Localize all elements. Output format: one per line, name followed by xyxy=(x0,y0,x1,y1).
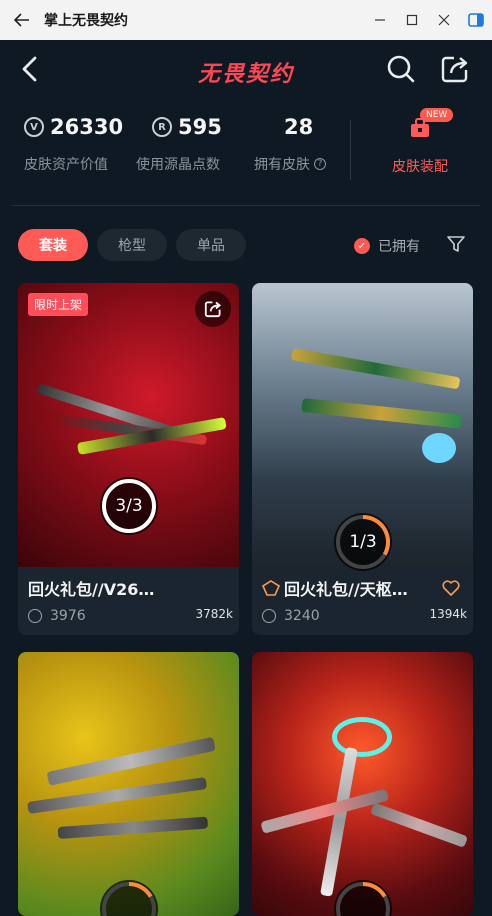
search-icon[interactable] xyxy=(386,54,416,84)
points-label: 使用源晶点数 xyxy=(136,157,220,173)
help-icon[interactable]: ? xyxy=(314,158,326,170)
close-button[interactable] xyxy=(428,0,460,40)
stats-panel: V 26330 皮肤资产价值 R 595 使用源晶点数 28 拥有皮肤? NEW 皮… xyxy=(0,108,492,190)
tab-bundles[interactable]: 套装 xyxy=(18,229,88,261)
collection-progress: 3/3 xyxy=(100,477,158,535)
filter-icon[interactable] xyxy=(446,234,466,254)
bundle-card[interactable]: 1/3 回火礼包//天枢… 3240 1394k xyxy=(252,283,473,635)
bundle-thumbnail xyxy=(252,652,473,916)
sidebar-toggle-button[interactable] xyxy=(460,0,492,40)
owned-skins-value: 28 xyxy=(284,115,314,139)
collection-progress: 1/3 xyxy=(334,513,392,571)
app-logo: 无畏契约 xyxy=(197,62,294,87)
bundle-views: 1394k xyxy=(429,607,468,621)
checkmark-icon: ✓ xyxy=(354,238,370,254)
skin-loadout-button[interactable]: NEW 皮肤装配 xyxy=(380,108,460,176)
progress-ring-icon xyxy=(102,881,156,916)
valorant-points-icon: V xyxy=(24,117,44,137)
bundle-price: 3240 xyxy=(284,608,320,624)
section-divider xyxy=(12,205,480,206)
card-share-button[interactable] xyxy=(195,291,231,327)
bundle-name: 回火礼包//V26… xyxy=(28,580,155,599)
share-icon[interactable] xyxy=(440,54,470,84)
progress-ring-icon xyxy=(336,881,390,916)
bundle-views: 3782k xyxy=(195,607,234,621)
arrow-left-icon xyxy=(14,13,29,27)
minimize-button[interactable] xyxy=(364,0,396,40)
owned-skins-stat[interactable]: 28 拥有皮肤? xyxy=(254,110,326,174)
points-value: 595 xyxy=(178,115,222,139)
loadout-bag-icon xyxy=(411,118,429,137)
app-header: 无畏契约 xyxy=(0,40,492,100)
window-titlebar: 掌上无畏契约 xyxy=(0,0,492,40)
valorant-points-icon xyxy=(28,609,42,623)
collection-progress xyxy=(100,880,158,916)
bundle-name: 回火礼包//天枢… xyxy=(284,580,408,599)
bundle-price: 3976 xyxy=(50,608,86,624)
minimize-icon xyxy=(375,19,385,21)
owned-skins-label: 拥有皮肤 xyxy=(254,157,310,173)
window-back-button[interactable] xyxy=(0,0,44,40)
share-icon xyxy=(204,301,222,318)
progress-text: 3/3 xyxy=(115,496,143,516)
bundle-card[interactable] xyxy=(252,652,473,916)
progress-text: 1/3 xyxy=(349,532,377,552)
maximize-button[interactable] xyxy=(396,0,428,40)
collection-progress xyxy=(334,880,392,916)
radianite-icon: R xyxy=(152,117,172,137)
bundle-card[interactable]: 3/3 限时上架 回火礼包//V26… 3976 3782k xyxy=(18,283,239,635)
tab-single-items[interactable]: 单品 xyxy=(176,229,246,261)
owned-filter-toggle[interactable]: ✓ 已拥有 xyxy=(354,236,420,256)
owned-filter-label: 已拥有 xyxy=(378,239,420,255)
tab-weapon-type[interactable]: 枪型 xyxy=(97,229,167,261)
asset-value: 26330 xyxy=(50,115,124,139)
category-tabs: 套装 枪型 单品 xyxy=(18,229,246,261)
bundle-card[interactable] xyxy=(18,652,239,916)
sidebar-panel-icon xyxy=(468,13,484,27)
maximize-icon xyxy=(406,14,418,26)
premium-tier-icon xyxy=(262,580,280,596)
bundle-thumbnail: 1/3 xyxy=(252,283,473,571)
asset-value-label: 皮肤资产价值 xyxy=(24,157,108,173)
close-icon xyxy=(438,14,450,26)
asset-value-stat: V 26330 皮肤资产价值 xyxy=(24,110,123,174)
skin-loadout-label: 皮肤装配 xyxy=(392,159,448,175)
favorite-heart-icon[interactable] xyxy=(442,579,460,597)
limited-badge: 限时上架 xyxy=(28,293,89,316)
window-title: 掌上无畏契约 xyxy=(44,13,128,29)
bundle-thumbnail xyxy=(18,652,239,916)
valorant-points-icon xyxy=(262,609,276,623)
points-stat: R 595 使用源晶点数 xyxy=(136,110,222,174)
stats-divider xyxy=(350,120,351,180)
